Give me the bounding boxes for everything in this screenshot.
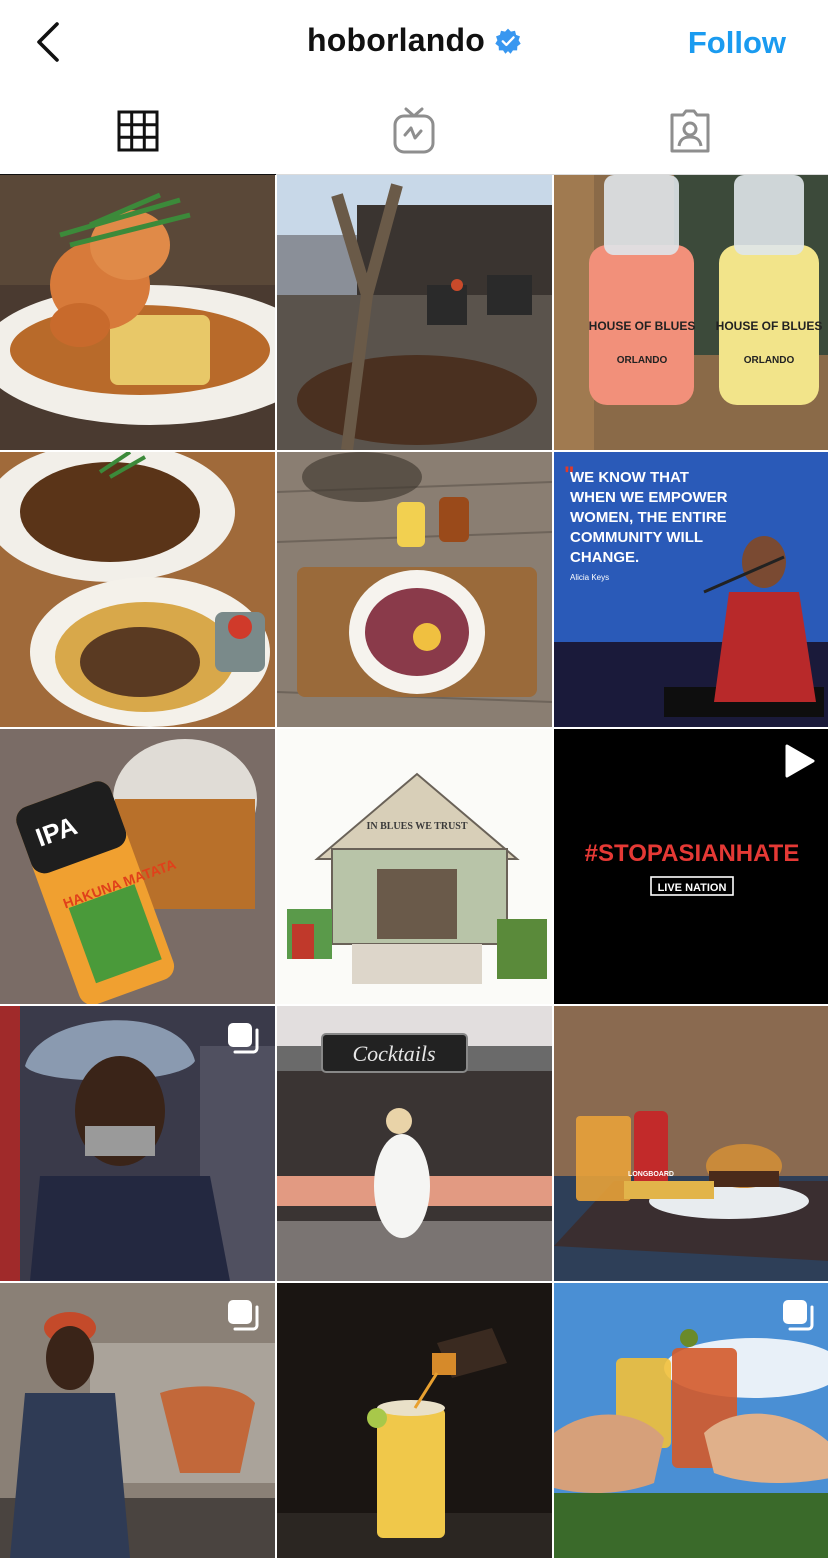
carousel-icon xyxy=(228,1300,259,1331)
svg-text:HOUSE OF BLUES: HOUSE OF BLUES xyxy=(589,319,696,333)
profile-header: hoborlando Follow xyxy=(0,0,828,88)
carousel-icon xyxy=(783,1300,814,1331)
svg-text:Cocktails: Cocktails xyxy=(352,1041,435,1066)
svg-text:ORLANDO: ORLANDO xyxy=(617,355,668,366)
post-thumbnail[interactable]: LONGBOARD xyxy=(554,1006,828,1281)
post-image: HOUSE OF BLUES ORLANDO HOUSE OF BLUES OR… xyxy=(554,175,828,450)
grid-icon xyxy=(117,110,159,152)
post-thumbnail[interactable]: #STOPASIANHATE LIVE NATION xyxy=(554,729,828,1004)
post-image: Cocktails xyxy=(277,1006,552,1281)
verified-badge-icon xyxy=(495,28,521,54)
tab-tagged[interactable] xyxy=(552,88,828,174)
tagged-person-icon xyxy=(670,109,710,153)
post-thumbnail[interactable] xyxy=(277,175,552,450)
post-thumbnail[interactable]: IN BLUES WE TRUST xyxy=(277,729,552,1004)
quote-line: WE KNOW THAT xyxy=(570,469,689,486)
post-image xyxy=(277,1283,552,1558)
username: hoborlando xyxy=(307,22,485,58)
post-image xyxy=(277,452,552,727)
post-image xyxy=(0,452,275,727)
post-thumbnail[interactable]: IPA HAKUNA MATATA xyxy=(0,729,275,1004)
quote-line: WOMEN, THE ENTIRE xyxy=(570,509,727,526)
quote-line: COMMUNITY WILL xyxy=(570,529,703,546)
post-image: LONGBOARD xyxy=(554,1006,828,1281)
post-thumbnail[interactable]: HOUSE OF BLUES ORLANDO HOUSE OF BLUES OR… xyxy=(554,175,828,450)
svg-text:LIVE NATION: LIVE NATION xyxy=(658,882,727,894)
quote-line: WHEN WE EMPOWER xyxy=(570,489,728,506)
post-thumbnail[interactable]: " WE KNOW THAT WHEN WE EMPOWER WOMEN, TH… xyxy=(554,452,828,727)
svg-text:#STOPASIANHATE: #STOPASIANHATE xyxy=(585,840,800,867)
post-thumbnail[interactable]: Cocktails xyxy=(277,1006,552,1281)
igtv-icon xyxy=(393,107,435,154)
post-image xyxy=(277,175,552,450)
post-thumbnail[interactable] xyxy=(554,1283,828,1558)
tab-igtv[interactable] xyxy=(276,88,552,174)
post-image: " WE KNOW THAT WHEN WE EMPOWER WOMEN, TH… xyxy=(554,452,828,727)
quote-line: CHANGE. xyxy=(570,549,639,566)
svg-text:HOUSE OF BLUES: HOUSE OF BLUES xyxy=(716,319,823,333)
quote-attribution: Alicia Keys xyxy=(570,573,609,582)
svg-text:ORLANDO: ORLANDO xyxy=(744,355,795,366)
post-image xyxy=(0,175,275,450)
post-thumbnail[interactable] xyxy=(277,1283,552,1558)
play-icon xyxy=(785,744,815,778)
post-thumbnail[interactable] xyxy=(0,1283,275,1558)
post-thumbnail[interactable] xyxy=(0,452,275,727)
carousel-icon xyxy=(228,1023,259,1054)
svg-text:LONGBOARD: LONGBOARD xyxy=(628,1171,674,1178)
post-image: IPA HAKUNA MATATA xyxy=(0,729,275,1004)
profile-tabs xyxy=(0,88,828,175)
follow-button[interactable]: Follow xyxy=(688,25,786,61)
post-thumbnail[interactable] xyxy=(0,1006,275,1281)
svg-text:IN BLUES WE TRUST: IN BLUES WE TRUST xyxy=(366,821,467,832)
tab-posts-grid[interactable] xyxy=(0,88,276,175)
posts-grid: HOUSE OF BLUES ORLANDO HOUSE OF BLUES OR… xyxy=(0,175,828,1558)
post-thumbnail[interactable] xyxy=(277,452,552,727)
post-thumbnail[interactable] xyxy=(0,175,275,450)
post-image: IN BLUES WE TRUST xyxy=(277,729,552,1004)
